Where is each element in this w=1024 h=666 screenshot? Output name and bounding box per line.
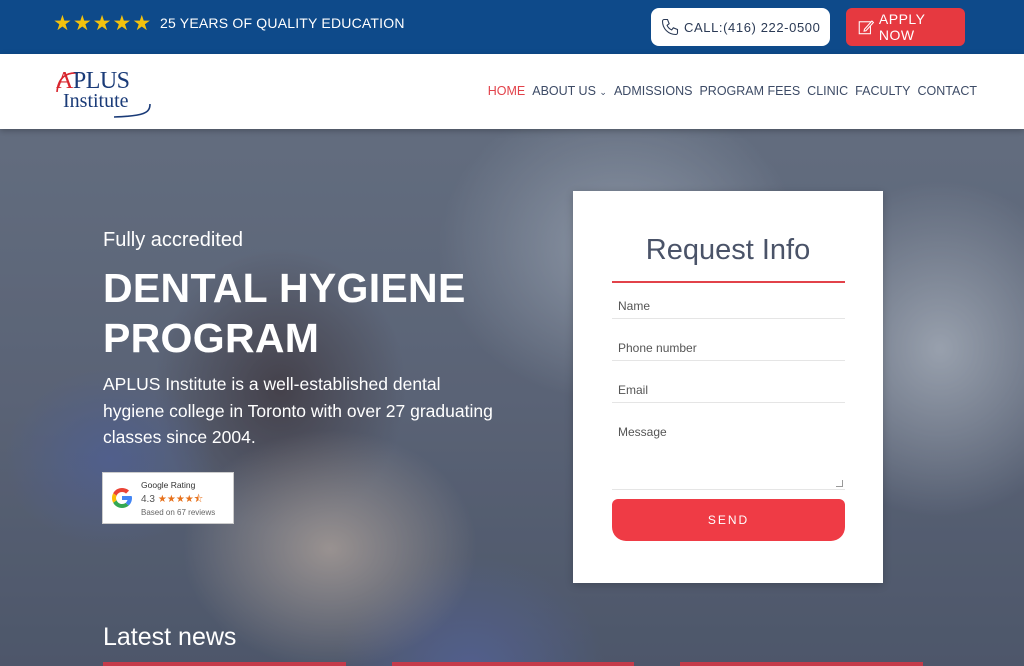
apply-now-button[interactable]: APPLY NOW	[846, 8, 965, 46]
hero-title: DENTAL HYGIENE PROGRAM	[103, 263, 466, 363]
nav-about-us[interactable]: ABOUT US ⌄	[532, 84, 607, 98]
star-icon: ★	[53, 11, 72, 35]
news-card[interactable]	[391, 662, 635, 666]
aplus-logo[interactable]: APLUS Institute	[54, 66, 154, 118]
site-header: APLUS Institute HOME ABOUT US ⌄ ADMISSIO…	[0, 54, 1024, 129]
rating-stars-icon: ★★★★⯪	[157, 494, 204, 505]
hero-section: Fully accredited DENTAL HYGIENE PROGRAM …	[0, 129, 1024, 666]
message-placeholder: Message	[618, 425, 667, 439]
hero-eyebrow: Fully accredited	[103, 229, 244, 251]
google-rating-badge[interactable]: Google Rating 4.3 ★★★★⯪ Based on 67 revie…	[102, 472, 234, 524]
logo-text-institute: Institute	[63, 90, 129, 112]
call-button-label: CALL:(416) 222-0500	[684, 19, 821, 35]
phone-field[interactable]: Phone number	[612, 328, 845, 361]
tagline: 25 YEARS OF QUALITY EDUCATION	[160, 15, 405, 31]
nav-admissions[interactable]: ADMISSIONS	[614, 84, 693, 98]
news-card[interactable]	[103, 662, 346, 666]
google-rating-label: Google Rating	[141, 480, 196, 490]
hero-title-line2: PROGRAM	[103, 315, 320, 361]
chevron-down-icon: ⌄	[599, 87, 607, 97]
news-card[interactable]	[680, 662, 924, 666]
hero-description: APLUS Institute is a well-established de…	[103, 374, 493, 447]
nav-contact[interactable]: CONTACT	[918, 84, 978, 98]
google-g-icon	[112, 488, 132, 508]
edit-icon	[858, 20, 875, 35]
nav-clinic[interactable]: CLINIC	[807, 84, 848, 98]
resize-handle-icon[interactable]	[836, 480, 843, 487]
hero-title-line1: DENTAL HYGIENE	[103, 265, 466, 311]
form-title: Request Info	[645, 234, 811, 266]
nav-faculty[interactable]: FACULTY	[855, 84, 910, 98]
latest-news-heading: Latest news	[103, 623, 237, 651]
name-field[interactable]: Name	[612, 286, 845, 319]
form-title-underline	[612, 281, 845, 283]
apply-now-label: APPLY NOW	[878, 11, 926, 43]
main-nav: HOME ABOUT US ⌄ ADMISSIONS PROGRAM FEES …	[488, 84, 977, 98]
rating-stars: ★ ★ ★ ★ ★	[53, 11, 152, 35]
star-icon: ★	[132, 11, 152, 35]
call-button[interactable]: CALL:(416) 222-0500	[651, 8, 830, 46]
nav-program-fees[interactable]: PROGRAM FEES	[699, 84, 800, 98]
phone-icon	[661, 18, 679, 36]
top-bar: ★ ★ ★ ★ ★ 25 YEARS OF QUALITY EDUCATION …	[0, 0, 1024, 54]
google-review-count: Based on 67 reviews	[141, 508, 216, 517]
message-field[interactable]: Message	[612, 412, 845, 490]
star-icon: ★	[112, 11, 132, 35]
news-cards-top-edge	[103, 662, 924, 666]
send-button[interactable]: SEND	[612, 499, 845, 541]
nav-about-us-label: ABOUT US	[532, 84, 596, 98]
google-rating-score: 4.3 ★★★★⯪	[141, 494, 204, 505]
star-icon: ★	[92, 11, 112, 35]
email-field[interactable]: Email	[612, 370, 845, 403]
request-info-form: Request Info Name Phone number Email Mes…	[573, 191, 883, 583]
nav-home[interactable]: HOME	[488, 84, 526, 98]
star-icon: ★	[72, 11, 92, 35]
